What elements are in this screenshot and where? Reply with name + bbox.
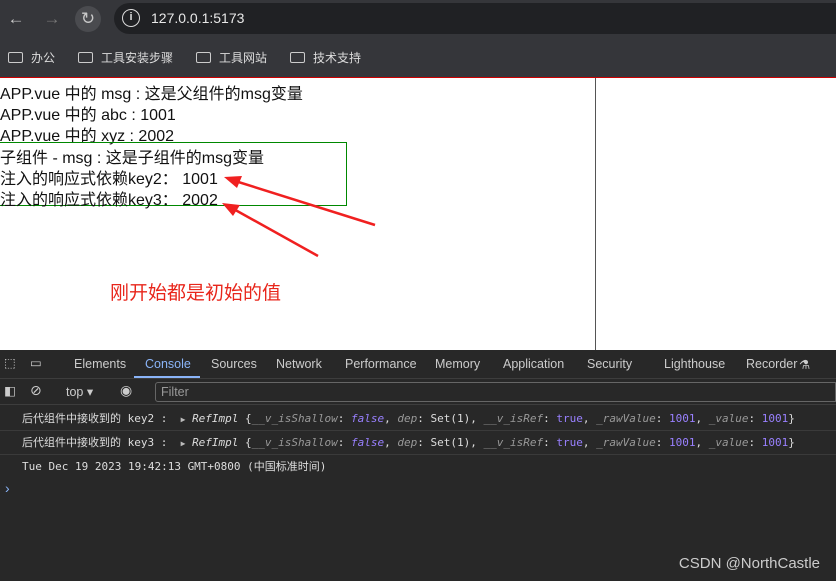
sidebar-toggle-icon[interactable]: ◧	[4, 383, 16, 398]
filter-input[interactable]: Filter	[155, 382, 836, 402]
bookmark-folder[interactable]: 技术支持	[290, 49, 361, 66]
bookmarks-bar: 办公 工具安装步骤 工具网站 技术支持	[0, 37, 836, 77]
page-viewport: APP.vue 中的 msg : 这是父组件的msg变量 APP.vue 中的 …	[0, 77, 836, 351]
is-ref-value: true	[556, 436, 583, 449]
tab-lighthouse[interactable]: Lighthouse	[664, 357, 725, 371]
expand-triangle-icon[interactable]: ▶	[181, 439, 186, 448]
browser-toolbar: ← → ↻ i 127.0.0.1:5173	[0, 0, 836, 37]
message-label: 后代组件中接收到的 key3 :	[22, 436, 168, 449]
console-prompt[interactable]: ›	[5, 480, 10, 496]
clear-console-icon[interactable]: ⊘	[30, 382, 42, 399]
back-icon[interactable]: ←	[3, 6, 29, 32]
arrow-key3	[229, 205, 319, 258]
bookmark-label: 办公	[31, 51, 56, 65]
tab-console[interactable]: Console	[145, 357, 191, 371]
bookmark-folder[interactable]: 工具网站	[196, 49, 267, 66]
dep-value: Set(1)	[430, 436, 471, 449]
date-text: Tue Dec 19 2023 19:42:13 GMT+0800 (中国标准时…	[22, 460, 327, 473]
tab-application[interactable]: Application	[503, 357, 564, 371]
watermark: CSDN @NorthCastle	[678, 555, 820, 572]
value: 1001	[761, 412, 789, 425]
forward-icon[interactable]: →	[39, 6, 65, 32]
tab-sources[interactable]: Sources	[211, 357, 257, 371]
bookmark-label: 工具安装步骤	[101, 51, 174, 65]
viewport-divider	[595, 78, 596, 351]
tab-memory[interactable]: Memory	[435, 357, 480, 371]
filter-placeholder: Filter	[161, 385, 189, 399]
site-info-icon[interactable]: i	[122, 9, 140, 27]
bookmark-folder[interactable]: 工具安装步骤	[78, 49, 173, 66]
eye-icon[interactable]: ◉	[120, 382, 132, 399]
bookmark-label: 工具网站	[219, 51, 268, 65]
tab-network[interactable]: Network	[276, 357, 322, 371]
active-tab-indicator	[134, 376, 200, 378]
device-toggle-icon[interactable]: ▭	[30, 355, 42, 370]
address-bar[interactable]: i 127.0.0.1:5173	[114, 3, 836, 34]
url-text: 127.0.0.1:5173	[151, 10, 245, 26]
arrowhead	[222, 203, 240, 216]
value: 1001	[761, 436, 789, 449]
context-label: top	[66, 385, 84, 399]
folder-icon	[8, 52, 23, 63]
console-message[interactable]: 后代组件中接收到的 key2 : ▶ RefImpl {__v_isShallo…	[0, 407, 836, 431]
raw-value: 1001	[668, 412, 696, 425]
reload-icon[interactable]: ↻	[75, 6, 101, 32]
expand-triangle-icon[interactable]: ▶	[181, 415, 186, 424]
annotation-arrows	[222, 176, 376, 258]
folder-icon	[78, 52, 93, 63]
console-message[interactable]: 后代组件中接收到的 key3 : ▶ RefImpl {__v_isShallo…	[0, 431, 836, 455]
dep-value: Set(1)	[430, 412, 471, 425]
is-shallow-value: false	[351, 412, 385, 425]
is-shallow-value: false	[351, 436, 385, 449]
devtools-tabbar: ⬚ ▭ Elements Console Sources Network Per…	[0, 350, 836, 379]
object-class: RefImpl	[192, 412, 239, 425]
inspect-icon[interactable]: ⬚	[4, 355, 16, 370]
context-select[interactable]: top ▾	[66, 384, 93, 399]
is-ref-value: true	[556, 412, 583, 425]
raw-value: 1001	[668, 436, 696, 449]
arrow-key2	[231, 178, 376, 227]
bookmark-folder[interactable]: 办公	[8, 49, 55, 66]
bookmark-label: 技术支持	[313, 51, 362, 65]
tab-elements[interactable]: Elements	[74, 357, 126, 371]
console-toolbar: ◧ ⊘ top ▾ ◉ Filter	[0, 379, 836, 405]
object-class: RefImpl	[192, 436, 239, 449]
tab-recorder[interactable]: Recorder	[746, 357, 797, 371]
message-label: 后代组件中接收到的 key2 :	[22, 412, 168, 425]
folder-icon	[196, 52, 211, 63]
console-message-date: Tue Dec 19 2023 19:42:13 GMT+0800 (中国标准时…	[0, 455, 836, 479]
tab-performance[interactable]: Performance	[345, 357, 417, 371]
annotation-text: 刚开始都是初始的值	[110, 283, 282, 304]
arrowhead	[224, 176, 242, 188]
tab-security[interactable]: Security	[587, 357, 632, 371]
folder-icon	[290, 52, 305, 63]
flask-icon: ⚗	[799, 358, 811, 372]
